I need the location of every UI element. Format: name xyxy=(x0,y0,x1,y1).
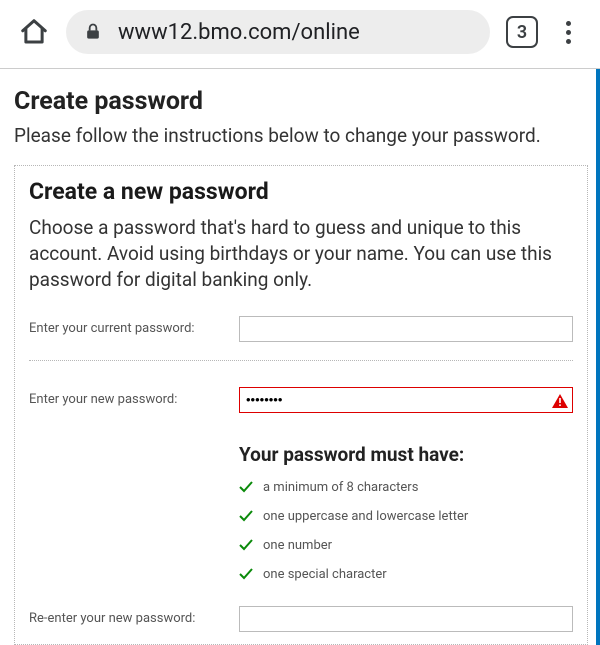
confirm-password-input[interactable] xyxy=(239,606,573,632)
check-icon xyxy=(239,480,253,494)
requirement-text: one uppercase and lowercase letter xyxy=(263,509,468,524)
lock-icon xyxy=(82,21,104,43)
requirements-title: Your password must have: xyxy=(239,443,573,466)
card-title: Create a new password xyxy=(29,178,573,205)
requirement-item: a minimum of 8 characters xyxy=(239,480,573,495)
current-password-row: Enter your current password: xyxy=(29,310,573,361)
check-icon xyxy=(239,538,253,552)
requirement-item: one uppercase and lowercase letter xyxy=(239,509,573,524)
requirement-item: one number xyxy=(239,538,573,553)
page-subtitle: Please follow the instructions below to … xyxy=(14,124,588,147)
current-password-input[interactable] xyxy=(239,316,573,342)
new-password-row: Enter your new password: xyxy=(29,381,573,425)
confirm-password-row: Re-enter your new password: xyxy=(29,600,573,644)
address-bar[interactable]: www12.bmo.com/online xyxy=(66,10,490,54)
home-icon[interactable] xyxy=(18,16,50,48)
requirement-text: a minimum of 8 characters xyxy=(263,480,418,495)
warning-icon xyxy=(552,393,568,407)
requirement-text: one number xyxy=(263,538,332,553)
new-password-input[interactable] xyxy=(239,387,573,413)
page: Create password Please follow the instru… xyxy=(0,68,600,645)
tab-count-value: 3 xyxy=(517,22,527,43)
requirements-block: Your password must have: a minimum of 8 … xyxy=(239,443,573,582)
more-menu-icon[interactable] xyxy=(554,18,582,46)
card-description: Choose a password that's hard to guess a… xyxy=(29,215,573,294)
url-text: www12.bmo.com/online xyxy=(118,20,360,45)
current-password-label: Enter your current password: xyxy=(29,321,229,336)
password-card: Create a new password Choose a password … xyxy=(14,165,588,645)
browser-bar: www12.bmo.com/online 3 xyxy=(0,0,600,68)
accent-bar xyxy=(596,69,600,645)
confirm-password-label: Re-enter your new password: xyxy=(29,611,229,626)
new-password-label: Enter your new password: xyxy=(29,392,229,407)
requirement-text: one special character xyxy=(263,567,387,582)
tab-count[interactable]: 3 xyxy=(506,16,538,48)
check-icon xyxy=(239,567,253,581)
requirement-item: one special character xyxy=(239,567,573,582)
page-title: Create password xyxy=(14,87,588,116)
check-icon xyxy=(239,509,253,523)
